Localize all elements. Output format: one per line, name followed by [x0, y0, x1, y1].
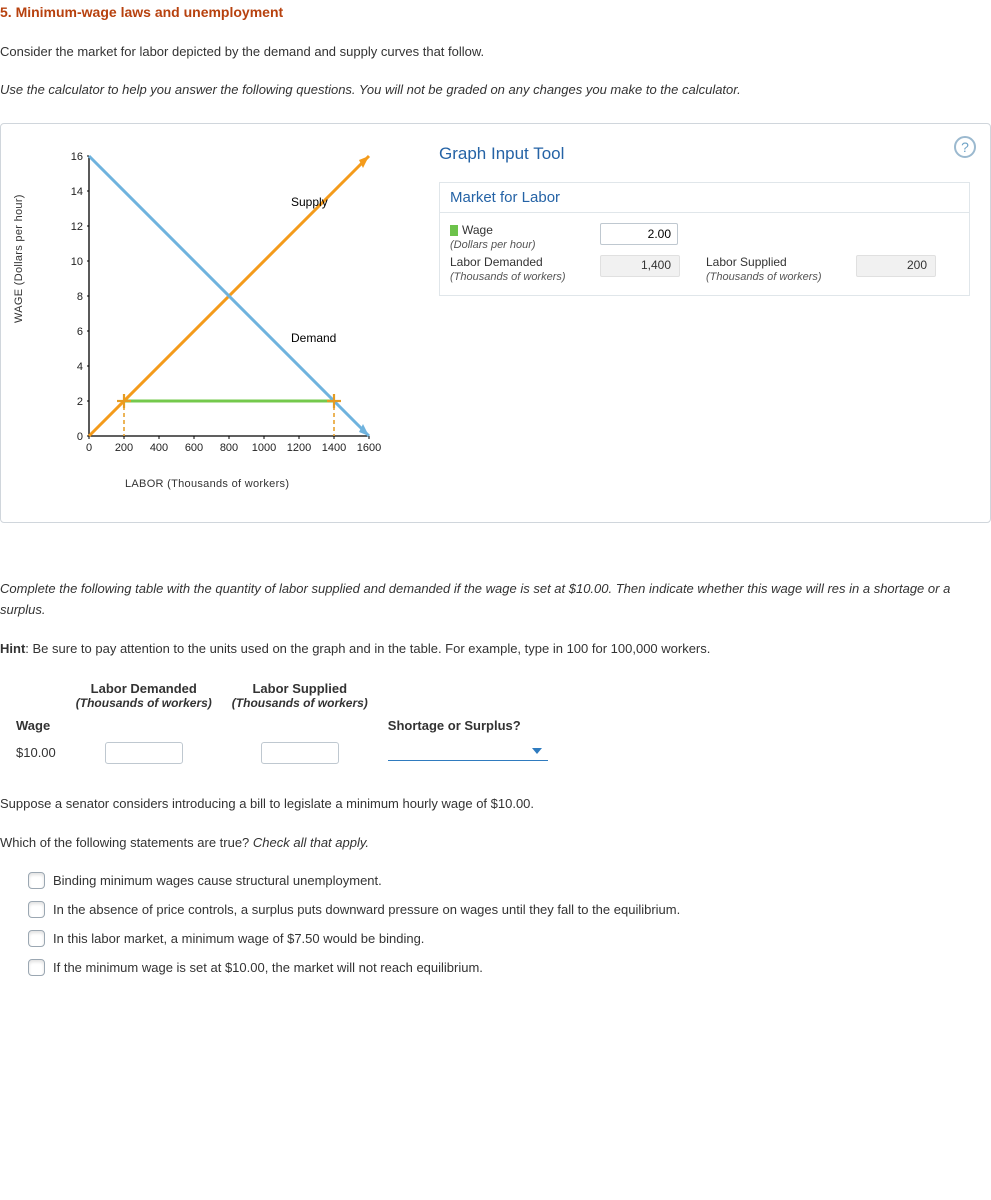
demand-label: Demand [291, 331, 336, 345]
intro-text-1: Consider the market for labor depicted b… [0, 42, 991, 62]
panel-title: Graph Input Tool [439, 144, 970, 164]
panel-subtitle: Market for Labor [439, 182, 970, 212]
svg-text:8: 8 [77, 291, 83, 303]
question-table-prompt: Complete the following table with the qu… [0, 579, 991, 621]
svg-text:16: 16 [71, 151, 83, 163]
labor-demanded-input[interactable] [105, 742, 183, 764]
col-wage: Wage [6, 714, 66, 737]
y-axis-label: WAGE (Dollars per hour) [13, 194, 25, 323]
question-heading: 5. Minimum-wage laws and unemployment [0, 0, 991, 34]
option-row-4: If the minimum wage is set at $10.00, th… [28, 959, 991, 976]
option-row-2: In the absence of price controls, a surp… [28, 901, 991, 918]
svg-text:200: 200 [115, 442, 133, 454]
svg-text:0: 0 [86, 442, 92, 454]
option-row-1: Binding minimum wages cause structural u… [28, 872, 991, 889]
svg-text:800: 800 [220, 442, 238, 454]
svg-text:1000: 1000 [252, 442, 276, 454]
col-demanded: Labor Demanded(Thousands of workers) [66, 677, 222, 714]
demand-label: Labor Demanded (Thousands of workers) [450, 255, 600, 283]
senator-prompt: Suppose a senator considers introducing … [0, 794, 991, 815]
svg-text:2: 2 [77, 396, 83, 408]
svg-text:600: 600 [185, 442, 203, 454]
svg-text:0: 0 [77, 431, 83, 443]
row-wage-value: $10.00 [6, 737, 66, 768]
chart-container: WAGE (Dollars per hour) 0 2 4 6 8 10 12 … [15, 138, 415, 508]
col-shortage-surplus: Shortage or Surplus? [378, 714, 558, 737]
table-row: $10.00 [6, 737, 558, 768]
option-label-2: In the absence of price controls, a surp… [53, 902, 680, 917]
supply-label: Supply [291, 195, 328, 209]
svg-text:6: 6 [77, 326, 83, 338]
answer-table: Labor Demanded(Thousands of workers) Lab… [6, 677, 558, 768]
svg-text:10: 10 [71, 256, 83, 268]
supply-label: Labor Supplied (Thousands of workers) [706, 255, 856, 283]
checkbox-2[interactable] [28, 901, 45, 918]
checkbox-3[interactable] [28, 930, 45, 947]
intro-text-2: Use the calculator to help you answer th… [0, 80, 991, 100]
svg-text:1200: 1200 [287, 442, 311, 454]
svg-text:1400: 1400 [322, 442, 346, 454]
input-panel: Graph Input Tool Market for Labor Wage (… [439, 138, 976, 508]
graph-tool-card: WAGE (Dollars per hour) 0 2 4 6 8 10 12 … [0, 123, 991, 523]
labor-supplied-input[interactable] [261, 742, 339, 764]
option-label-1: Binding minimum wages cause structural u… [53, 873, 382, 888]
col-supplied: Labor Supplied(Thousands of workers) [222, 677, 378, 714]
checkbox-1[interactable] [28, 872, 45, 889]
option-label-4: If the minimum wage is set at $10.00, th… [53, 960, 483, 975]
x-axis-label: LABOR (Thousands of workers) [125, 478, 289, 490]
demand-value: 1,400 [600, 255, 680, 277]
check-all-prompt: Which of the following statements are tr… [0, 833, 991, 854]
svg-text:4: 4 [77, 361, 83, 373]
labor-market-chart[interactable]: 0 2 4 6 8 10 12 14 16 0 200 400 600 800 … [59, 146, 399, 466]
wage-label: Wage (Dollars per hour) [450, 223, 600, 251]
help-icon[interactable]: ? [954, 136, 976, 158]
checkbox-4[interactable] [28, 959, 45, 976]
hint-text: Hint: Be sure to pay attention to the un… [0, 639, 991, 660]
wage-input[interactable] [600, 223, 678, 245]
svg-text:1600: 1600 [357, 442, 381, 454]
option-label-3: In this labor market, a minimum wage of … [53, 931, 424, 946]
shortage-surplus-dropdown[interactable] [388, 741, 548, 761]
option-row-3: In this labor market, a minimum wage of … [28, 930, 991, 947]
supply-value: 200 [856, 255, 936, 277]
svg-text:12: 12 [71, 221, 83, 233]
wage-color-swatch [450, 225, 458, 236]
svg-text:400: 400 [150, 442, 168, 454]
svg-text:14: 14 [71, 186, 83, 198]
